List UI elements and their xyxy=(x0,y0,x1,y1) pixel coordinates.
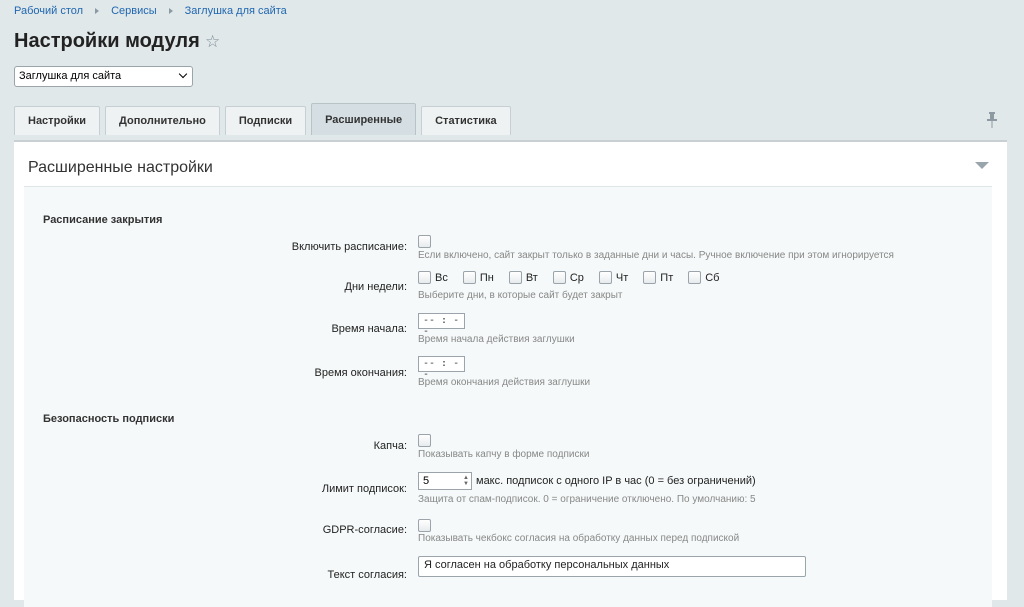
day-option[interactable]: Пт xyxy=(643,271,673,284)
module-select[interactable]: Заглушка для сайта xyxy=(14,66,193,87)
day-checkbox[interactable] xyxy=(552,271,566,284)
weekdays-hint: Выберите дни, в которые сайт будет закры… xyxy=(418,290,623,301)
day-option[interactable]: Ср xyxy=(552,271,584,284)
breadcrumb-separator-icon xyxy=(168,8,173,14)
panel-title: Расширенные настройки xyxy=(28,159,213,176)
enable-schedule-checkbox[interactable] xyxy=(418,235,431,249)
end-time-input[interactable]: -- : -- xyxy=(418,356,465,380)
end-time-hint: Время окончания действия заглушки xyxy=(418,377,591,388)
section-title-security: Безопасность подписки xyxy=(43,413,175,425)
day-label: Вс xyxy=(435,271,448,284)
day-checkbox[interactable] xyxy=(598,271,612,284)
start-time-input[interactable]: -- : -- xyxy=(418,313,465,337)
gdpr-checkbox[interactable] xyxy=(418,519,431,533)
settings-form: Расписание закрытия Включить расписание:… xyxy=(24,186,992,607)
end-time-label: Время окончания: xyxy=(314,367,407,379)
day-checkbox[interactable] xyxy=(508,271,522,284)
limit-value: 5 xyxy=(423,475,430,487)
tab-subscriptions[interactable]: Подписки xyxy=(224,106,307,135)
tab-settings[interactable]: Настройки xyxy=(14,106,101,135)
breadcrumb: Рабочий стол Сервисы Заглушка для сайта xyxy=(14,5,287,17)
captcha-checkbox[interactable] xyxy=(418,434,431,448)
tab-bar: Настройки Дополнительно Подписки Расшире… xyxy=(14,103,516,136)
limit-suffix: макс. подписок с одного IP в час (0 = бе… xyxy=(476,475,756,487)
day-label: Пн xyxy=(479,271,494,284)
star-icon[interactable]: ☆ xyxy=(205,32,220,52)
weekdays-group: Вс Пн Вт Ср Чт Пт Сб xyxy=(418,271,734,284)
tab-advanced[interactable]: Расширенные xyxy=(311,103,417,135)
breadcrumb-separator-icon xyxy=(95,8,100,14)
enable-schedule-label: Включить расписание: xyxy=(291,241,407,253)
day-label: Ср xyxy=(569,271,584,284)
gdpr-label: GDPR-согласие: xyxy=(322,524,407,536)
section-title-schedule: Расписание закрытия xyxy=(43,214,163,226)
start-time-label: Время начала: xyxy=(331,323,407,335)
limit-hint: Защита от спам-подписок. 0 = ограничение… xyxy=(418,494,756,505)
day-option[interactable]: Пн xyxy=(462,271,494,284)
day-option[interactable]: Чт xyxy=(598,271,629,284)
module-select-value: Заглушка для сайта xyxy=(19,70,122,82)
day-checkbox[interactable] xyxy=(688,271,702,284)
breadcrumb-desktop[interactable]: Рабочий стол xyxy=(14,5,83,17)
captcha-label: Капча: xyxy=(373,440,407,452)
enable-schedule-hint: Если включено, сайт закрыт только в зада… xyxy=(418,250,894,261)
day-option[interactable]: Вс xyxy=(418,271,448,284)
start-time-hint: Время начала действия заглушки xyxy=(418,334,575,345)
chevron-down-icon xyxy=(178,69,188,79)
day-checkbox[interactable] xyxy=(643,271,657,284)
day-label: Чт xyxy=(615,271,629,284)
day-option[interactable]: Сб xyxy=(688,271,719,284)
day-label: Сб xyxy=(705,271,720,284)
limit-label: Лимит подписок: xyxy=(321,483,407,495)
consent-text-input[interactable]: Я согласен на обработку персональных дан… xyxy=(418,556,806,577)
settings-panel: Расширенные настройки Расписание закрыти… xyxy=(14,140,1007,607)
pin-icon[interactable] xyxy=(986,112,998,128)
page-title: Настройки модуля xyxy=(14,30,200,52)
captcha-hint: Показывать капчу в форме подписки xyxy=(418,449,590,460)
breadcrumb-site-stub[interactable]: Заглушка для сайта xyxy=(185,5,287,17)
stepper-arrows-icon[interactable]: ▲ ▼ xyxy=(463,475,469,487)
day-label: Пт xyxy=(660,271,674,284)
tab-additional[interactable]: Дополнительно xyxy=(105,106,220,135)
consent-label: Текст согласия: xyxy=(327,569,407,581)
breadcrumb-services[interactable]: Сервисы xyxy=(111,5,157,17)
day-checkbox[interactable] xyxy=(418,271,431,284)
weekdays-label: Дни недели: xyxy=(344,281,407,293)
day-label: Вт xyxy=(525,271,538,284)
gdpr-hint: Показывать чекбокс согласия на обработку… xyxy=(418,533,740,544)
day-option[interactable]: Вт xyxy=(508,271,538,284)
collapse-arrow-icon[interactable] xyxy=(975,162,989,169)
tab-statistics[interactable]: Статистика xyxy=(421,106,511,135)
day-checkbox[interactable] xyxy=(462,271,476,284)
limit-input[interactable]: 5 ▲ ▼ xyxy=(418,472,472,490)
